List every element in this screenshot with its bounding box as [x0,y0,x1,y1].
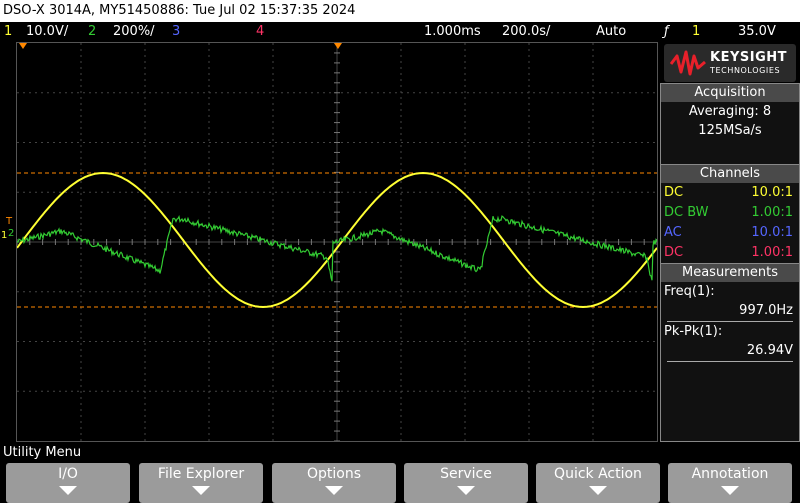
acquisition-rate: 125MSa/s [698,123,762,138]
channel-row[interactable]: AC 10.0:1 [661,223,799,243]
freq-label: Freq(1): [664,284,715,299]
trigger-level-marker[interactable]: T [6,216,12,227]
arrow-down-icon [457,486,475,495]
logo-brand: KEYSIGHT [710,50,787,65]
channel-coupling: AC [664,225,682,240]
horizontal-delay[interactable]: 200.0s/ [502,22,550,42]
softkey-label: Annotation [691,466,769,482]
channel-row[interactable]: DC 10.0:1 [661,183,799,203]
side-panel: KEYSIGHT TECHNOLOGIES Acquisition Averag… [660,42,800,442]
softkey-io[interactable]: I/O [6,463,130,503]
measurements-header: Measurements [661,264,799,282]
softkey-bar: I/O File Explorer Options Service Quick … [0,461,800,503]
channels-header: Channels [661,165,799,183]
timebase-scale[interactable]: 1.000ms [424,22,481,42]
channel-probe: 10.0:1 [751,185,793,200]
keysight-wave-icon [670,50,706,76]
ch2-number[interactable]: 2 [88,22,96,42]
softkey-label: Quick Action [554,466,642,482]
freq-value-row: 997.0Hz [661,301,799,320]
softkey-label: Service [440,466,492,482]
trigger-mode[interactable]: Auto [596,22,626,42]
arrow-down-icon [192,486,210,495]
ch1-ground-marker[interactable]: 1 [1,230,7,241]
keysight-logo: KEYSIGHT TECHNOLOGIES [664,44,796,82]
channels-panel[interactable]: Channels DC 10.0:1 DC BW 1.00:1 AC 10.0:1 DC 1.… [660,164,800,264]
pkpk-label: Pk-Pk(1): [664,324,723,339]
waveform-display[interactable] [16,42,658,442]
channel-probe: 10.0:1 [751,225,793,240]
pkpk-value-row: 26.94V [661,341,799,360]
status-bar: 1 10.0V/ 2 200%/ 3 4 1.000ms 200.0s/ Aut… [0,22,800,42]
trigger-level[interactable]: 35.0V [738,22,776,42]
arrow-down-icon [59,486,77,495]
channel-row[interactable]: DC BW 1.00:1 [661,203,799,223]
ch2-ground-marker[interactable]: 2 [8,228,14,239]
trigger-position-marker[interactable] [19,43,27,49]
softkey-label: Options [306,466,362,482]
logo-sub: TECHNOLOGIES [710,66,781,75]
ch1-scale[interactable]: 10.0V/ [26,22,68,42]
channel-row[interactable]: DC 1.00:1 [661,243,799,263]
pkpk-label-row: Pk-Pk(1): [661,322,799,341]
channel-coupling: DC [664,185,684,200]
channel-probe: 1.00:1 [751,245,793,260]
measurement-divider [667,361,793,362]
channel-markers: T 2 1 [0,212,16,252]
freq-value: 997.0Hz [739,303,793,318]
trigger-source[interactable]: 1 [692,22,700,42]
acquisition-header: Acquisition [661,84,799,102]
measurements-panel[interactable]: Measurements Freq(1): 997.0Hz Pk-Pk(1): … [660,263,800,442]
ch4-number[interactable]: 4 [256,22,264,42]
softkey-options[interactable]: Options [272,463,396,503]
arrow-down-icon [325,486,343,495]
channel-coupling: DC [664,245,684,260]
ch1-number[interactable]: 1 [4,22,12,42]
channel-probe: 1.00:1 [751,205,793,220]
waveform-svg [17,43,657,441]
freq-label-row: Freq(1): [661,282,799,301]
arrow-down-icon [721,486,739,495]
window-title: DSO-X 3014A, MY51450886: Tue Jul 02 15:3… [0,0,800,22]
time-reference-marker[interactable] [334,43,342,49]
arrow-down-icon [589,486,607,495]
pkpk-value: 26.94V [746,343,793,358]
softkey-label: I/O [58,466,78,482]
ch3-number[interactable]: 3 [172,22,180,42]
softkey-label: File Explorer [157,466,245,482]
softkey-service[interactable]: Service [404,463,528,503]
trigger-edge-icon: ƒ [664,24,669,39]
softkey-file-explorer[interactable]: File Explorer [139,463,263,503]
acquisition-mode: Averaging: 8 [688,104,772,119]
softkey-quick-action[interactable]: Quick Action [536,463,660,503]
softkey-annotation[interactable]: Annotation [668,463,792,503]
channel-coupling: DC BW [664,205,709,220]
ch2-scale[interactable]: 200%/ [113,22,155,42]
utility-menu-title: Utility Menu [0,444,800,461]
acquisition-panel[interactable]: Acquisition Averaging: 8 125MSa/s [660,83,800,165]
